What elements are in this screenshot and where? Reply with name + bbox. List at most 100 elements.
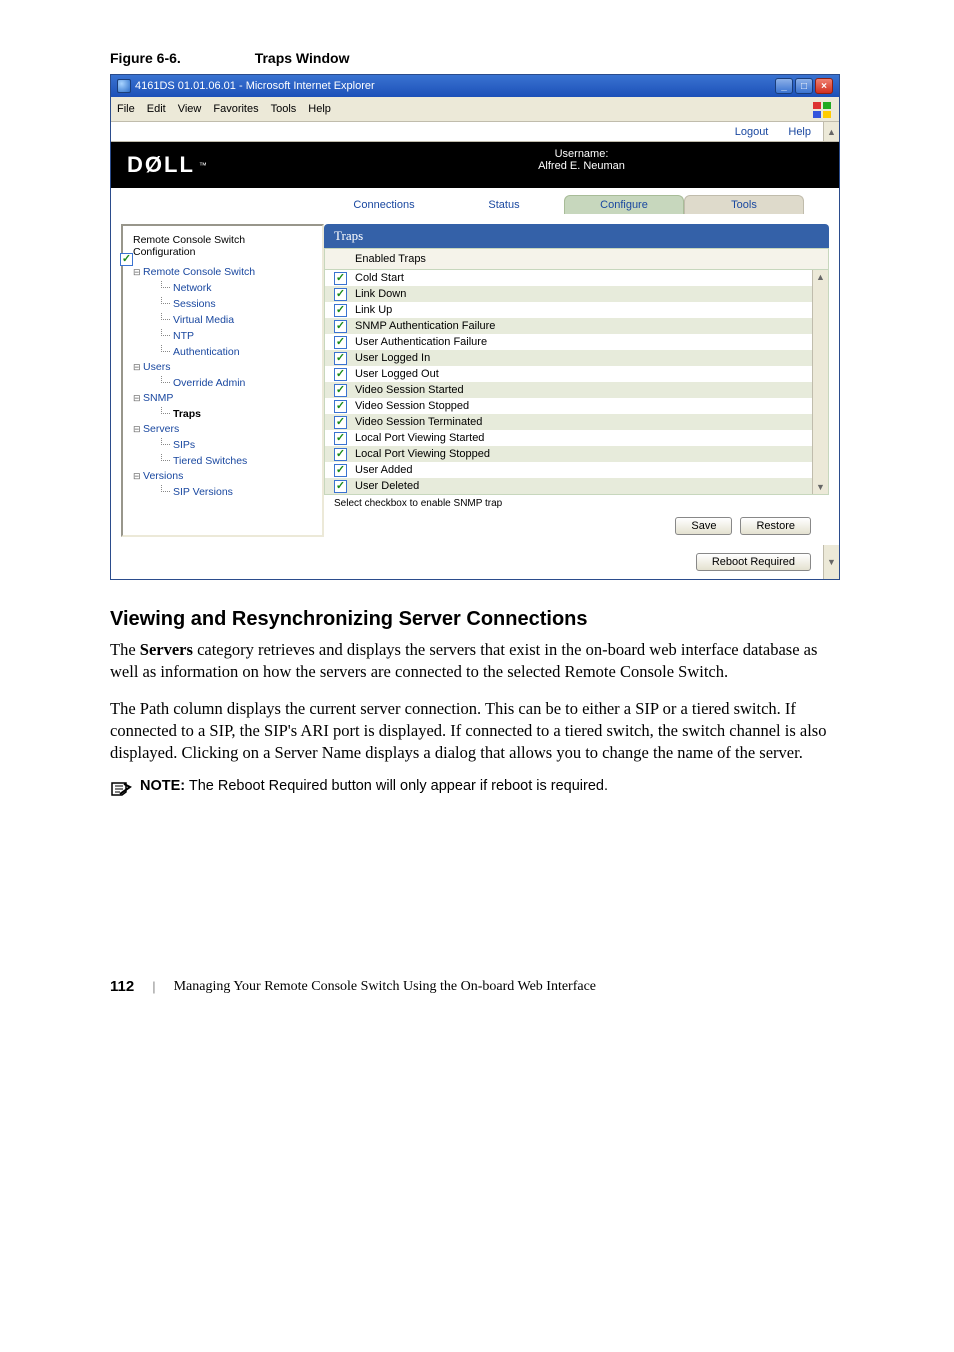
trap-checkbox[interactable]: ✓: [334, 416, 347, 429]
tree-override[interactable]: Override Admin: [133, 374, 318, 390]
trap-checkbox[interactable]: ✓: [334, 304, 347, 317]
trap-row: ✓User Added: [325, 462, 812, 478]
trap-row: ✓ User Logged Out: [325, 366, 812, 382]
ie-window: 4161DS 01.01.06.01 - Microsoft Internet …: [110, 74, 840, 580]
page-footer: 112 | Managing Your Remote Console Switc…: [110, 978, 844, 995]
scroll-up-icon[interactable]: ▲: [823, 122, 839, 141]
note-text: The Reboot Required button will only app…: [185, 778, 608, 794]
trap-row: ✓Video Session Started: [325, 382, 812, 398]
trap-checkbox[interactable]: ✓: [334, 432, 347, 445]
close-button[interactable]: ×: [815, 78, 833, 94]
trap-checkbox[interactable]: ✓: [334, 480, 347, 493]
minimize-button[interactable]: _: [775, 78, 793, 94]
trap-checkbox[interactable]: ✓: [334, 448, 347, 461]
tab-tools[interactable]: Tools: [684, 195, 804, 214]
user-info: Username: Alfred E. Neuman: [324, 142, 839, 188]
page-number: 112: [110, 978, 134, 995]
trap-label: User Authentication Failure: [355, 336, 487, 348]
tree-auth[interactable]: Authentication: [133, 343, 318, 359]
restore-button[interactable]: Restore: [740, 517, 811, 535]
traps-scrollbar[interactable]: ▲ ▼: [812, 270, 828, 494]
trap-label: Link Up: [355, 304, 392, 316]
help-link[interactable]: Help: [780, 124, 819, 140]
tree-traps[interactable]: Traps: [133, 405, 318, 421]
windows-flag-icon: [811, 100, 833, 118]
side-title: Remote Console SwitchConfiguration: [133, 234, 318, 258]
title-bar: 4161DS 01.01.06.01 - Microsoft Internet …: [111, 75, 839, 97]
tab-connections[interactable]: Connections: [324, 196, 444, 214]
tree-versions[interactable]: Versions: [133, 468, 318, 483]
window-title: 4161DS 01.01.06.01 - Microsoft Internet …: [135, 80, 375, 92]
tree-users[interactable]: Users: [133, 359, 318, 374]
content-panel: Traps ✓ Enabled Traps ✓ Cold Start ✓Link D…: [324, 224, 829, 537]
trap-checkbox[interactable]: ✓: [334, 368, 347, 381]
save-button[interactable]: Save: [675, 517, 732, 535]
section-heading: Viewing and Resynchronizing Server Conne…: [110, 608, 844, 631]
reboot-required-button[interactable]: Reboot Required: [696, 553, 811, 571]
tree-rcs[interactable]: Remote Console Switch: [133, 264, 318, 279]
tree-snmp[interactable]: SNMP: [133, 390, 318, 405]
select-note: Select checkbox to enable SNMP trap: [324, 495, 829, 517]
trap-checkbox[interactable]: ✓: [334, 272, 347, 285]
note-block: NOTE: The Reboot Required button will on…: [110, 778, 844, 798]
tree-sipver[interactable]: SIP Versions: [133, 483, 318, 499]
trap-checkbox[interactable]: ✓: [334, 352, 347, 365]
trap-label: Local Port Viewing Started: [355, 432, 484, 444]
menu-file[interactable]: File: [117, 103, 135, 115]
menu-view[interactable]: View: [178, 103, 202, 115]
maximize-button[interactable]: □: [795, 78, 813, 94]
trap-checkbox[interactable]: ✓: [334, 384, 347, 397]
trap-label: SNMP Authentication Failure: [355, 320, 495, 332]
paragraph-1: The Servers category retrieves and displ…: [110, 639, 844, 684]
trademark-icon: ™: [199, 161, 207, 170]
tree-tiered[interactable]: Tiered Switches: [133, 452, 318, 468]
trap-row: ✓ User Authentication Failure: [325, 334, 812, 350]
username-value: Alfred E. Neuman: [324, 160, 839, 172]
figure-title: Traps Window: [255, 50, 350, 66]
menu-tools[interactable]: Tools: [271, 103, 297, 115]
traps-body: ✓Cold Start✓Link Down✓Link Up✓SNMP Authe…: [325, 270, 812, 494]
pane-title: Traps: [324, 224, 829, 248]
tab-status[interactable]: Status: [444, 196, 564, 214]
traps-header-checkbox[interactable]: ✓: [120, 253, 133, 266]
trap-label: Local Port Viewing Stopped: [355, 448, 490, 460]
scroll-up-icon[interactable]: ▲: [816, 272, 825, 282]
toolbar-strip: Logout Help ▲: [111, 122, 839, 142]
trap-checkbox[interactable]: ✓: [334, 320, 347, 333]
trap-label: Cold Start: [355, 272, 404, 284]
trap-row: ✓ Cold Start: [325, 270, 812, 286]
trap-checkbox[interactable]: ✓: [334, 288, 347, 301]
note-label: NOTE:: [140, 778, 185, 794]
scroll-down-icon[interactable]: ▼: [816, 482, 825, 492]
trap-checkbox[interactable]: ✓: [334, 336, 347, 349]
tree-vmedia[interactable]: Virtual Media: [133, 311, 318, 327]
menu-favorites[interactable]: Favorites: [213, 103, 258, 115]
trap-checkbox[interactable]: ✓: [334, 400, 347, 413]
trap-row: ✓Link Down: [325, 286, 812, 302]
tree-servers[interactable]: Servers: [133, 421, 318, 436]
trap-row: ✓ Local Port Viewing Started: [325, 430, 812, 446]
servers-keyword: Servers: [140, 640, 193, 659]
trap-label: User Deleted: [355, 480, 419, 492]
nav-tabs: Connections Status Configure Tools: [111, 192, 839, 214]
traps-header-label: Enabled Traps: [355, 253, 426, 265]
paragraph-2: The Path column displays the current ser…: [110, 698, 844, 765]
figure-label: Figure 6-6.: [110, 50, 181, 66]
tree-network[interactable]: Network: [133, 279, 318, 295]
tree-ntp[interactable]: NTP: [133, 327, 318, 343]
brand-logo: DØLL™: [111, 142, 324, 188]
menu-bar: File Edit View Favorites Tools Help: [111, 97, 839, 122]
tab-configure[interactable]: Configure: [564, 195, 684, 214]
note-icon: [110, 780, 132, 798]
trap-checkbox[interactable]: ✓: [334, 464, 347, 477]
tree-sips[interactable]: SIPs: [133, 436, 318, 452]
traps-header: ✓ Enabled Traps: [325, 249, 828, 270]
scroll-down-icon[interactable]: ▼: [823, 545, 839, 579]
username-label: Username:: [324, 148, 839, 160]
trap-row: ✓User Logged In: [325, 350, 812, 366]
logout-link[interactable]: Logout: [727, 124, 777, 140]
trap-label: User Logged Out: [355, 368, 439, 380]
menu-help[interactable]: Help: [308, 103, 331, 115]
menu-edit[interactable]: Edit: [147, 103, 166, 115]
tree-sessions[interactable]: Sessions: [133, 295, 318, 311]
